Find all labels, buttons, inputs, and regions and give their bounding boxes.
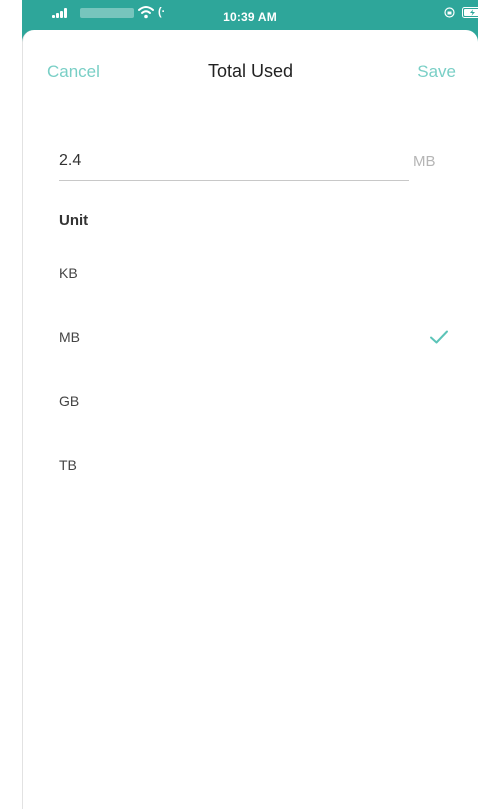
save-button[interactable]: Save xyxy=(417,62,456,82)
battery-charging-icon xyxy=(462,7,478,18)
unit-option-label: GB xyxy=(59,393,80,409)
value-unit-suffix: MB xyxy=(413,153,436,170)
unit-option-tb[interactable]: TB xyxy=(23,437,478,501)
checkmark-icon xyxy=(430,330,448,344)
status-time: 10:39 AM xyxy=(223,10,277,24)
unit-options-list: KB MB GB TB xyxy=(23,245,478,501)
unit-option-kb[interactable]: KB xyxy=(23,245,478,309)
unit-option-label: KB xyxy=(59,265,78,281)
modal-sheet: Cancel Total Used Save MB Unit KB MB GB … xyxy=(22,30,478,809)
unit-option-gb[interactable]: GB xyxy=(23,373,478,437)
lock-rotation-icon xyxy=(444,7,455,18)
unit-option-label: MB xyxy=(59,329,80,345)
page-title: Total Used xyxy=(207,61,294,81)
total-used-input[interactable] xyxy=(59,142,409,181)
screen: (· 10:39 AM Cancel Total Used Save MB Un… xyxy=(0,0,478,809)
unit-option-mb[interactable]: MB xyxy=(23,309,478,373)
unit-option-label: TB xyxy=(59,457,77,473)
unit-section-label: Unit xyxy=(59,212,89,229)
